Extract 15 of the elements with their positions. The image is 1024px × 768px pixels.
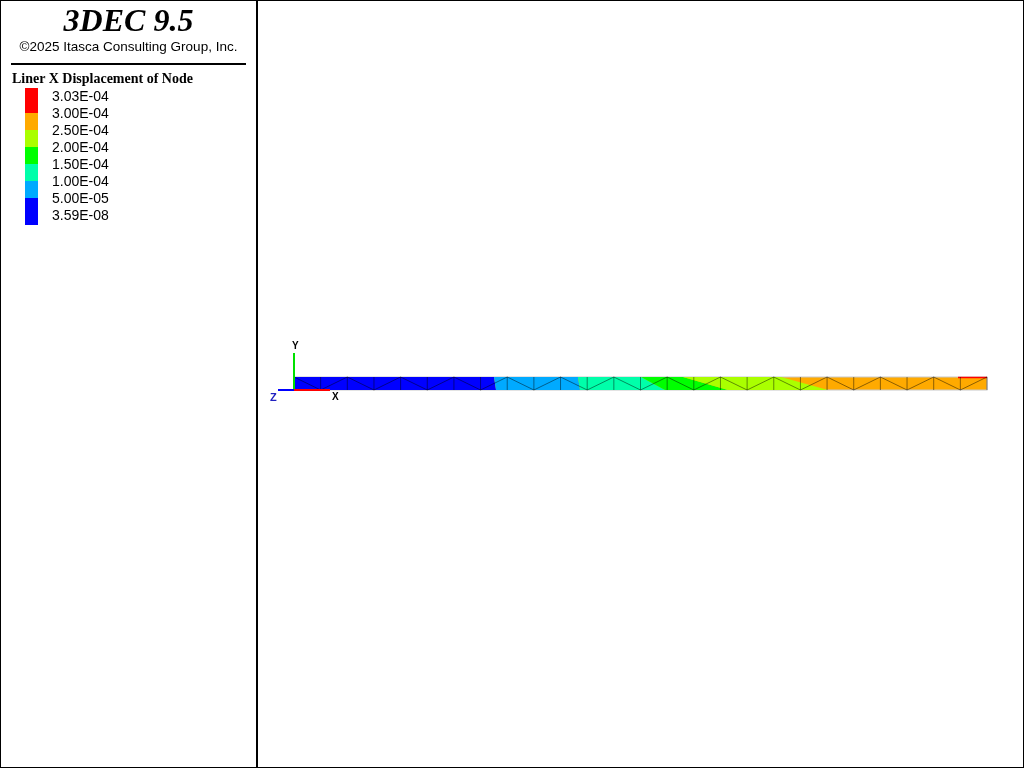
legend-value: 3.00E-04	[52, 105, 109, 122]
legend-value: 1.50E-04	[52, 156, 109, 173]
copyright-text: ©2025 Itasca Consulting Group, Inc.	[18, 39, 239, 54]
legend-value: 5.00E-05	[52, 190, 109, 207]
axis-triad-drawing	[277, 352, 331, 391]
z-axis-label: Z	[270, 391, 277, 403]
legend-value: 1.00E-04	[52, 173, 109, 190]
legend-value: 3.59E-08	[52, 207, 109, 224]
legend-value: 3.03E-04	[52, 88, 109, 105]
legend-title: Liner X Displacement of Node	[12, 71, 194, 87]
legend-value: 2.00E-04	[52, 139, 109, 156]
legend-value: 2.50E-04	[52, 122, 109, 139]
y-axis-label: Y	[292, 340, 299, 351]
x-axis-label: X	[332, 391, 339, 402]
app-title: 3DEC 9.5	[62, 3, 195, 37]
